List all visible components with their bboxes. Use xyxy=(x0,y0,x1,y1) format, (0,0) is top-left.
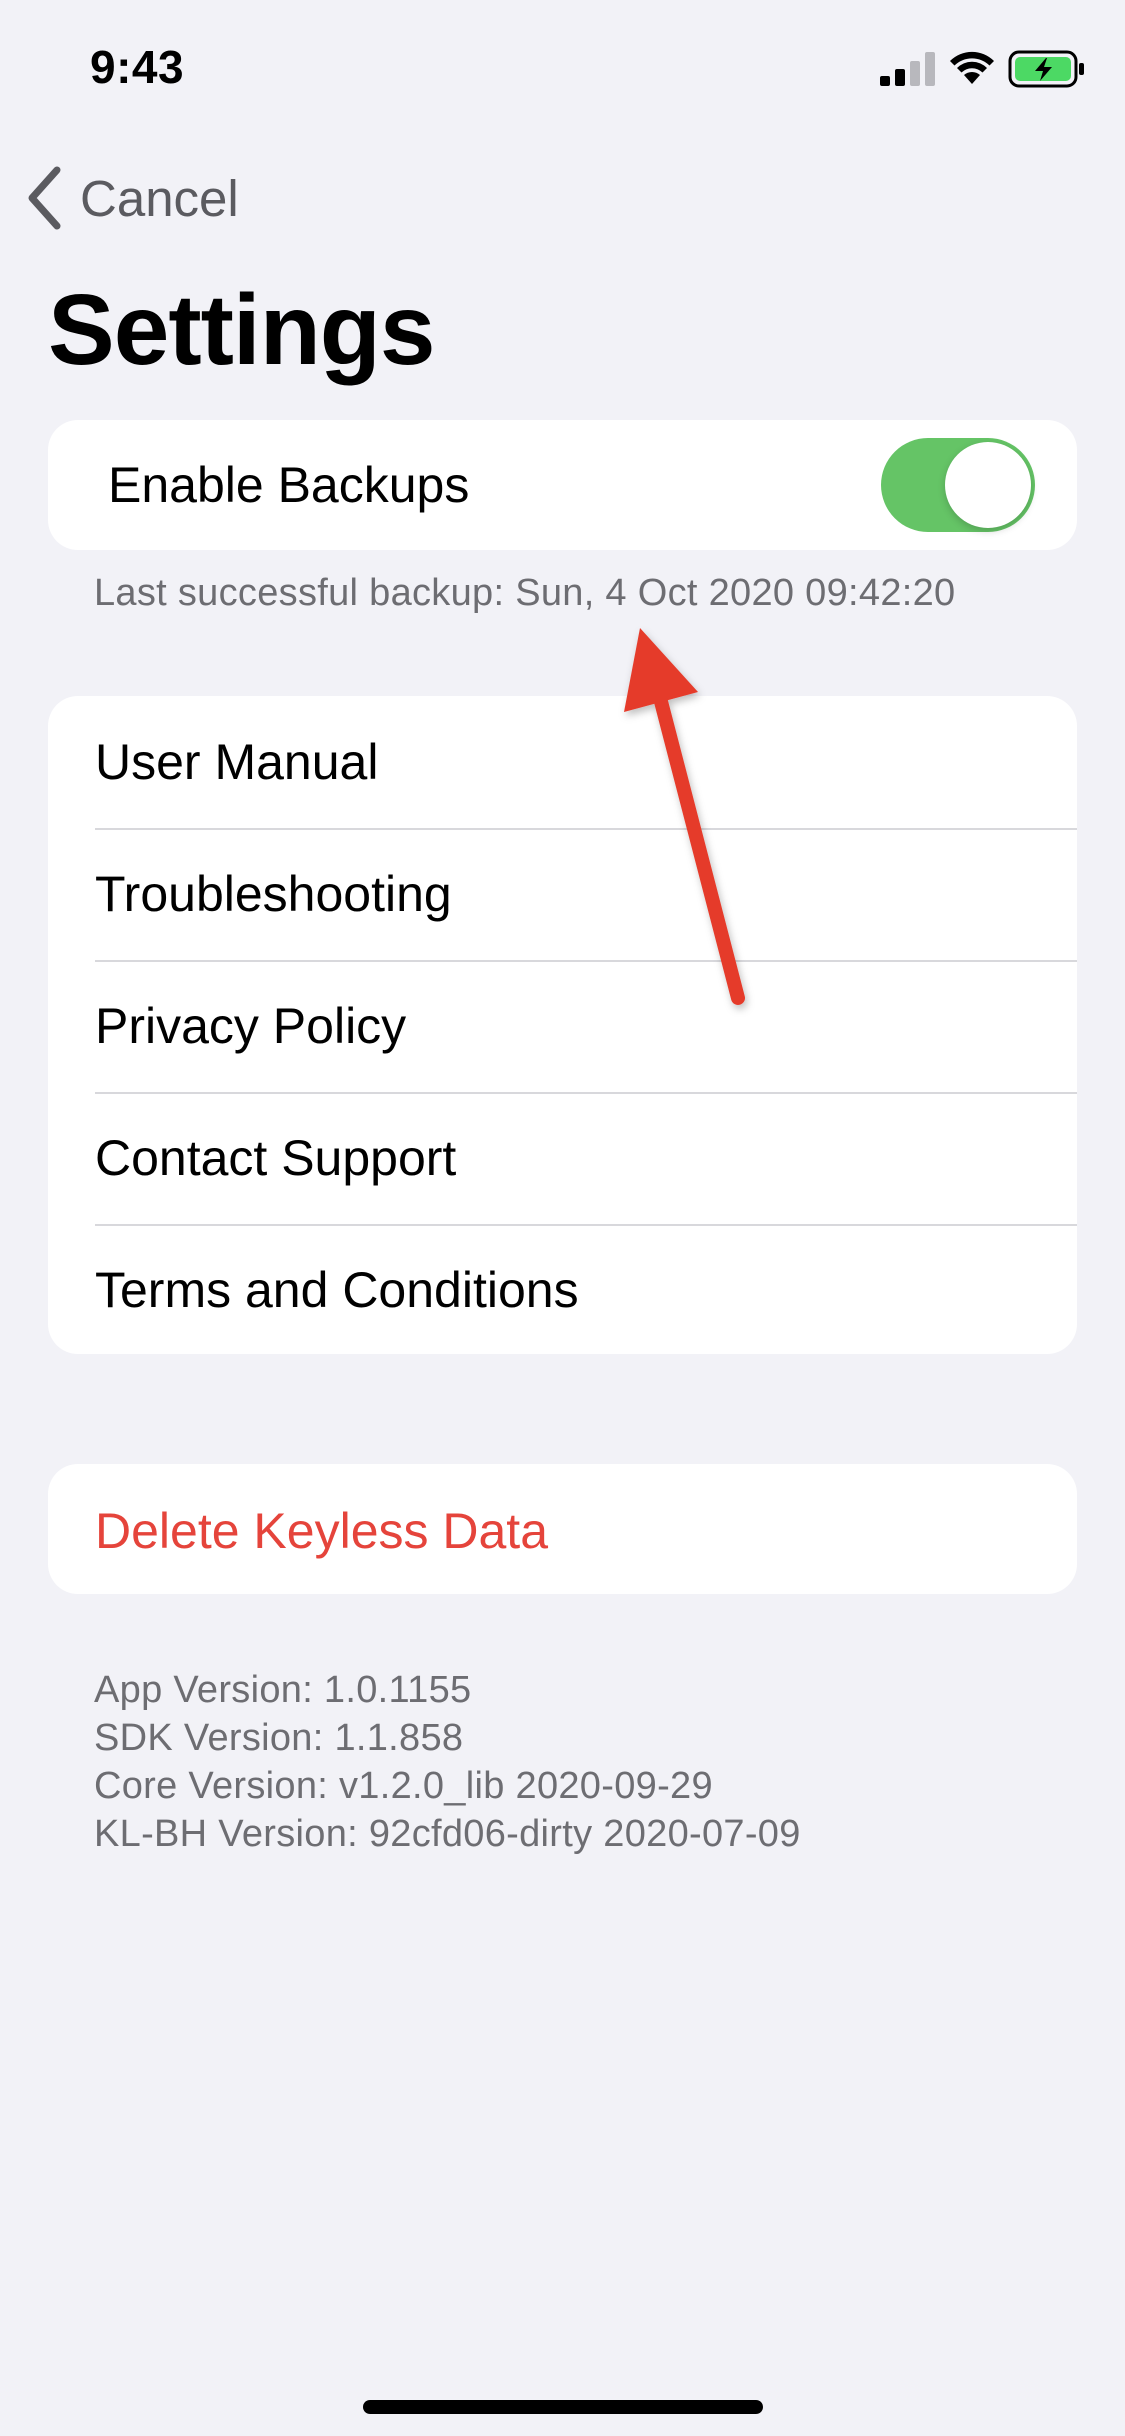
enable-backups-label: Enable Backups xyxy=(108,457,470,513)
wifi-icon xyxy=(950,51,994,84)
cancel-button[interactable]: Cancel xyxy=(24,160,239,236)
app-version: App Version: 1.0.1155 xyxy=(94,1669,472,1711)
enable-backups-toggle[interactable] xyxy=(881,438,1035,532)
delete-card: Delete Keyless Data xyxy=(48,1464,1077,1594)
menu-list: User Manual Troubleshooting Privacy Poli… xyxy=(48,696,1077,1354)
delete-keyless-data-button[interactable]: Delete Keyless Data xyxy=(48,1464,1077,1594)
menu-item-contact-support[interactable]: Contact Support xyxy=(48,1092,1077,1224)
chevron-left-icon xyxy=(28,166,61,230)
page-title: Settings xyxy=(48,274,435,386)
version-info: App Version: 1.0.1155 SDK Version: 1.1.8… xyxy=(94,1666,801,1858)
klbh-version: KL-BH Version: 92cfd06-dirty 2020-07-09 xyxy=(94,1813,801,1855)
backup-card: Enable Backups xyxy=(48,420,1077,550)
battery-charging-icon xyxy=(1008,50,1084,88)
cancel-label: Cancel xyxy=(80,169,239,227)
home-indicator xyxy=(363,2400,763,2414)
annotation-arrow-icon xyxy=(624,628,745,1005)
status-time: 9:43 xyxy=(90,41,185,93)
toggle-knob xyxy=(945,442,1031,528)
menu-item-user-manual[interactable]: User Manual xyxy=(48,696,1077,828)
last-backup-caption: Last successful backup: Sun, 4 Oct 2020 … xyxy=(94,572,956,614)
core-version: Core Version: v1.2.0_lib 2020-09-29 xyxy=(94,1765,713,1807)
menu-item-privacy-policy[interactable]: Privacy Policy xyxy=(48,960,1077,1092)
menu-item-troubleshooting[interactable]: Troubleshooting xyxy=(48,828,1077,960)
cellular-signal-icon xyxy=(880,52,935,86)
sdk-version: SDK Version: 1.1.858 xyxy=(94,1717,464,1759)
menu-item-terms-and-conditions[interactable]: Terms and Conditions xyxy=(48,1224,1077,1354)
status-bar: 9:43 xyxy=(0,0,1125,132)
